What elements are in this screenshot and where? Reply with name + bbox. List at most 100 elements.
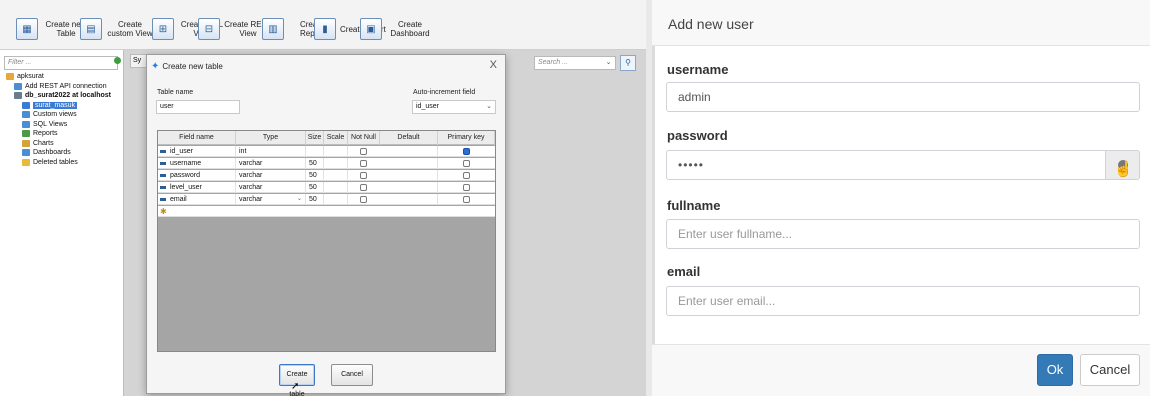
binoculars-icon[interactable]: ⚲: [620, 55, 636, 71]
tree-item[interactable]: surat_masuk: [22, 101, 78, 110]
grid-cell-field[interactable]: level_user: [158, 182, 236, 193]
tree-item[interactable]: Reports: [22, 129, 58, 138]
not-null-checkbox[interactable]: [360, 172, 367, 179]
grid-cell-default[interactable]: [380, 158, 438, 169]
tree-node-icon: [22, 101, 30, 109]
grid-cell-field[interactable]: id_user: [158, 146, 236, 157]
grid-cell-type[interactable]: varchar: [236, 170, 306, 181]
username-input[interactable]: admin: [666, 82, 1140, 112]
tree-item[interactable]: Add REST API connection: [14, 82, 107, 91]
grid-cell-type[interactable]: varchar: [236, 158, 306, 169]
cancel-modal-button[interactable]: Cancel: [1080, 354, 1140, 386]
grid-cell-size[interactable]: 50: [306, 158, 324, 169]
tree-node-icon: [14, 82, 22, 90]
grid-cell-type[interactable]: int: [236, 146, 306, 157]
grid-cell-scale[interactable]: [324, 158, 348, 169]
main-toolbar: ▦ Create new Table ▤ Create custom View ⊞ Cre…: [0, 0, 646, 50]
grid-cell-type[interactable]: varchar ⌄: [236, 194, 306, 205]
tree-item-label: Deleted tables: [33, 158, 78, 166]
grid-cell-field[interactable]: password: [158, 170, 236, 181]
dialog-title-text: Create new table: [162, 62, 223, 71]
toolbar-button-6[interactable]: ▣ Create Dashboard: [360, 16, 434, 42]
modal-title: Add new user: [668, 16, 754, 32]
grid-cell-type[interactable]: varchar: [236, 182, 306, 193]
grid-cell-size[interactable]: 50: [306, 194, 324, 205]
sql-view-icon: ⊞: [152, 18, 174, 40]
primary-key-checkbox[interactable]: [463, 184, 470, 191]
ok-button[interactable]: Ok: [1037, 354, 1073, 386]
tree-node-icon: [22, 130, 30, 137]
search-dropdown-icon[interactable]: ⌄: [602, 56, 616, 70]
grid-cell-scale[interactable]: [324, 170, 348, 181]
toolbar-button-0[interactable]: ▦ Create new Table: [16, 16, 90, 42]
not-null-checkbox[interactable]: [360, 148, 367, 155]
table-row[interactable]: id_user int: [158, 146, 495, 157]
grid-cell-default[interactable]: [380, 194, 438, 205]
grid-column-header[interactable]: Not Null: [348, 131, 380, 145]
table-row[interactable]: email varchar ⌄ 50: [158, 194, 495, 205]
primary-key-checkbox[interactable]: [463, 148, 470, 155]
new-row-placeholder[interactable]: ✱: [158, 206, 495, 217]
tree-item[interactable]: Dashboards: [22, 148, 71, 157]
table-row[interactable]: username varchar 50: [158, 158, 495, 169]
primary-key-checkbox[interactable]: [463, 196, 470, 203]
grid-cell-default[interactable]: [380, 146, 438, 157]
modal-edge: [652, 0, 655, 396]
grid-column-header[interactable]: Primary key: [438, 131, 495, 145]
tree-item[interactable]: apksurat: [6, 72, 44, 81]
grid-cell-size[interactable]: [306, 146, 324, 157]
grid-cell-default[interactable]: [380, 182, 438, 193]
modal-footer: Ok Cancel: [652, 344, 1150, 396]
table-icon: ▦: [16, 18, 38, 40]
email-input[interactable]: Enter user email...: [666, 286, 1140, 316]
tree-item[interactable]: Charts: [22, 139, 54, 148]
table-row[interactable]: password varchar 50: [158, 170, 495, 181]
grid-cell-scale[interactable]: [324, 182, 348, 193]
tree-item[interactable]: Deleted tables: [22, 158, 78, 167]
create-table-dialog: ✦ Create new table X Table name user Aut…: [146, 54, 506, 396]
primary-key-checkbox[interactable]: [463, 160, 470, 167]
grid-column-header[interactable]: Field name: [158, 131, 236, 145]
not-null-checkbox[interactable]: [360, 184, 367, 191]
filter-input[interactable]: Filter ...: [4, 56, 118, 70]
dashboard-icon: ▣: [360, 18, 382, 40]
new-row-icon: ✱: [160, 207, 167, 216]
toolbar-button-1[interactable]: ▤ Create custom View: [80, 16, 154, 42]
password-label: password: [667, 128, 728, 143]
close-icon[interactable]: X: [490, 59, 497, 71]
grid-cell-field[interactable]: username: [158, 158, 236, 169]
grid-column-header[interactable]: Default: [380, 131, 438, 145]
primary-key-checkbox[interactable]: [463, 172, 470, 179]
not-null-checkbox[interactable]: [360, 160, 367, 167]
grid-column-header[interactable]: Size: [306, 131, 324, 145]
grid-column-header[interactable]: Scale: [324, 131, 348, 145]
tree-item[interactable]: SQL Views: [22, 120, 67, 129]
table-row[interactable]: level_user varchar 50: [158, 182, 495, 193]
tree-item-label: Charts: [33, 139, 54, 147]
chevron-down-icon[interactable]: ⌄: [297, 194, 302, 205]
grid-cell-scale[interactable]: [324, 146, 348, 157]
not-null-checkbox[interactable]: [360, 196, 367, 203]
tree-item[interactable]: db_surat2022 at localhost: [14, 91, 111, 100]
grid-cell-size[interactable]: 50: [306, 170, 324, 181]
grid-cell-default[interactable]: [380, 170, 438, 181]
table-name-input[interactable]: user: [156, 100, 240, 114]
tree-node-icon: [22, 111, 30, 118]
grid-cell-size[interactable]: 50: [306, 182, 324, 193]
auto-increment-label: Auto-increment field: [413, 89, 476, 96]
fields-grid: Field name Type Size Scale Not Null Default Pr…: [157, 130, 496, 352]
tree-item[interactable]: Custom views: [22, 110, 77, 119]
tree-node-icon: [22, 158, 30, 166]
grid-column-header[interactable]: Type: [236, 131, 306, 145]
table-name-label: Table name: [157, 89, 194, 96]
fullname-input[interactable]: Enter user fullname...: [666, 219, 1140, 249]
grid-cell-field[interactable]: email: [158, 194, 236, 205]
auto-increment-select[interactable]: id_user ⌄: [412, 100, 496, 114]
screenshot-root: ▦ Create new Table ▤ Create custom View ⊞ Cre…: [0, 0, 1150, 396]
tree-item-label: Reports: [33, 130, 58, 137]
toolbar-button-3[interactable]: ⊟ Create REST View: [198, 16, 272, 42]
cancel-button[interactable]: Cancel: [331, 364, 373, 386]
grid-cell-scale[interactable]: [324, 194, 348, 205]
password-input[interactable]: •••••: [666, 150, 1106, 180]
tree-item-label: SQL Views: [33, 120, 68, 128]
